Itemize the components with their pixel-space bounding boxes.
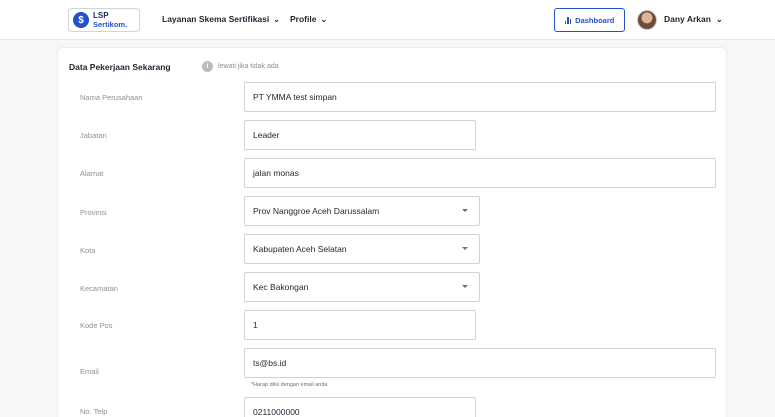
alamat-input[interactable]: jalan monas xyxy=(244,158,716,188)
brand-logo[interactable]: $ LSP Sertikom. xyxy=(68,8,140,32)
email-input[interactable]: ts@bs.id xyxy=(244,348,716,378)
user-menu[interactable]: Dany Arkan ⌄ xyxy=(664,14,723,24)
logo-line-1: LSP xyxy=(93,10,109,20)
nav-profile-label: Profile xyxy=(290,14,317,24)
info-icon: i xyxy=(202,61,213,72)
jabatan-value: Leader xyxy=(253,130,280,140)
label-jabatan: Jabatan xyxy=(80,131,107,140)
kode-pos-input[interactable]: 1 xyxy=(244,310,476,340)
kode-pos-value: 1 xyxy=(253,320,258,330)
nama-perusahaan-input[interactable]: PT YMMA test simpan xyxy=(244,82,716,112)
label-provinsi: Provinsi xyxy=(80,208,107,217)
top-navbar: $ LSP Sertikom. Layanan Skema Sertifikas… xyxy=(0,0,775,40)
label-kode-pos: Kode Pos xyxy=(80,321,113,330)
logo-line-2: Sertikom. xyxy=(93,19,128,29)
nama-perusahaan-value: PT YMMA test simpan xyxy=(253,92,337,102)
label-no-telp: No. Telp xyxy=(80,407,108,416)
kota-value: Kabupaten Aceh Selatan xyxy=(253,244,347,254)
logo-mark-icon: $ xyxy=(73,12,89,28)
chevron-down-icon: ⌄ xyxy=(320,14,328,24)
provinsi-value: Prov Nanggroe Aceh Darussalam xyxy=(253,206,380,216)
email-helper-text: *Harap diisi dengan email anda xyxy=(251,382,328,388)
label-nama-perusahaan: Nama Perusahaan xyxy=(80,93,143,102)
nav-profile[interactable]: Profile ⌄ xyxy=(290,14,327,24)
kecamatan-select[interactable]: Kec Bakongan xyxy=(244,272,480,302)
jabatan-input[interactable]: Leader xyxy=(244,120,476,150)
email-value: ts@bs.id xyxy=(253,358,287,368)
nav-layanan-skema-sertifikasi[interactable]: Layanan Skema Sertifikasi ⌄ xyxy=(162,14,280,24)
user-name: Dany Arkan xyxy=(664,14,711,24)
dashboard-button[interactable]: Dashboard xyxy=(554,8,625,32)
kota-select[interactable]: Kabupaten Aceh Selatan xyxy=(244,234,480,264)
no-telp-input[interactable]: 0211000000 xyxy=(244,397,476,417)
no-telp-value: 0211000000 xyxy=(253,407,300,417)
chevron-down-icon: ⌄ xyxy=(273,14,280,24)
section-title: Data Pekerjaan Sekarang xyxy=(69,62,171,72)
label-kecamatan: Kecamatan xyxy=(80,284,118,293)
dropdown-caret-icon xyxy=(462,285,468,288)
dashboard-label: Dashboard xyxy=(575,15,615,25)
label-kota: Kota xyxy=(80,246,96,255)
chevron-down-icon: ⌄ xyxy=(715,14,723,24)
alamat-value: jalan monas xyxy=(253,168,299,178)
kecamatan-value: Kec Bakongan xyxy=(253,282,309,292)
nav-layanan-label: Layanan Skema Sertifikasi xyxy=(162,14,270,24)
label-email: Email xyxy=(80,367,99,376)
avatar[interactable] xyxy=(637,10,657,30)
label-alamat: Alamat xyxy=(80,169,104,178)
provinsi-select[interactable]: Prov Nanggroe Aceh Darussalam xyxy=(244,196,480,226)
section-hint: lewati jika tidak ada xyxy=(218,63,279,70)
bar-chart-icon xyxy=(564,16,572,24)
dropdown-caret-icon xyxy=(462,247,468,250)
dropdown-caret-icon xyxy=(462,209,468,212)
